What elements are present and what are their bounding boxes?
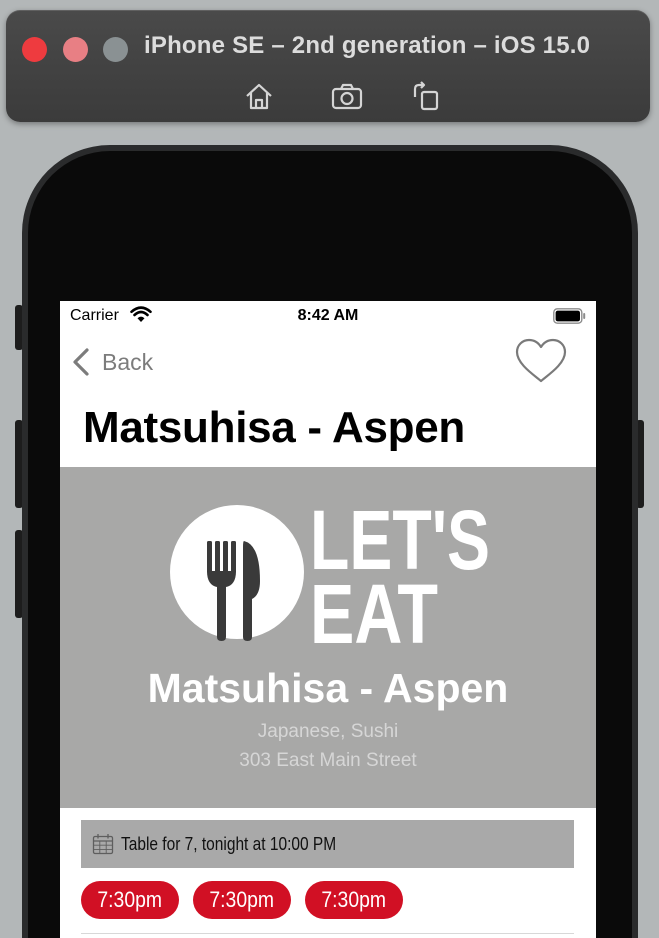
status-time: 8:42 AM [297,307,359,324]
status-bar: Carrier 8:42 AM [60,301,596,331]
calendar-icon [92,834,114,855]
time-slot-button[interactable]: 7:30pm [193,881,291,919]
favorite-button[interactable] [514,337,568,385]
back-button-label: Back [102,348,154,375]
divider [81,933,574,934]
page-title: Matsuhisa - Aspen [83,403,466,452]
zoom-window-button[interactable] [103,37,128,62]
lets-eat-logo: LET'S EAT [170,493,490,644]
time-slot-button[interactable]: 7:30pm [305,881,403,919]
battery-icon [553,308,586,324]
restaurant-hero: LET'S EAT Matsuhisa - Aspen Japanese, Su… [60,467,596,808]
restaurant-address: 303 East Main Street [239,750,417,771]
close-window-button[interactable] [22,37,47,62]
minimize-window-button[interactable] [63,37,88,62]
rotate-icon[interactable] [410,80,444,114]
app-screen: Carrier 8:42 AM Back Matsuhisa - Aspen L… [60,301,596,938]
restaurant-cuisine: Japanese, Sushi [257,721,399,742]
time-slot-label: 7:30pm [209,887,275,912]
restaurant-name: Matsuhisa - Aspen [147,665,509,711]
home-icon[interactable] [242,80,276,114]
simulator-title: iPhone SE – 2nd generation – iOS 15.0 [144,32,591,59]
reservation-selector[interactable]: Table for 7, tonight at 10:00 PM [81,820,574,868]
time-slot-label: 7:30pm [97,887,163,912]
time-slot-label: 7:30pm [321,887,387,912]
time-slot-list: 7:30pm 7:30pm 7:30pm [81,881,417,919]
back-button[interactable]: Back [70,345,153,379]
screenshot-icon[interactable] [330,80,364,114]
chevron-left-icon [73,348,89,376]
navigation-bar: Back [60,337,596,387]
simulator-titlebar: iPhone SE – 2nd generation – iOS 15.0 [6,10,650,122]
heart-icon [515,338,567,383]
time-slot-button[interactable]: 7:30pm [81,881,179,919]
reservation-label: Table for 7, tonight at 10:00 PM [121,833,337,854]
logo-text-line2: EAT [310,567,438,644]
